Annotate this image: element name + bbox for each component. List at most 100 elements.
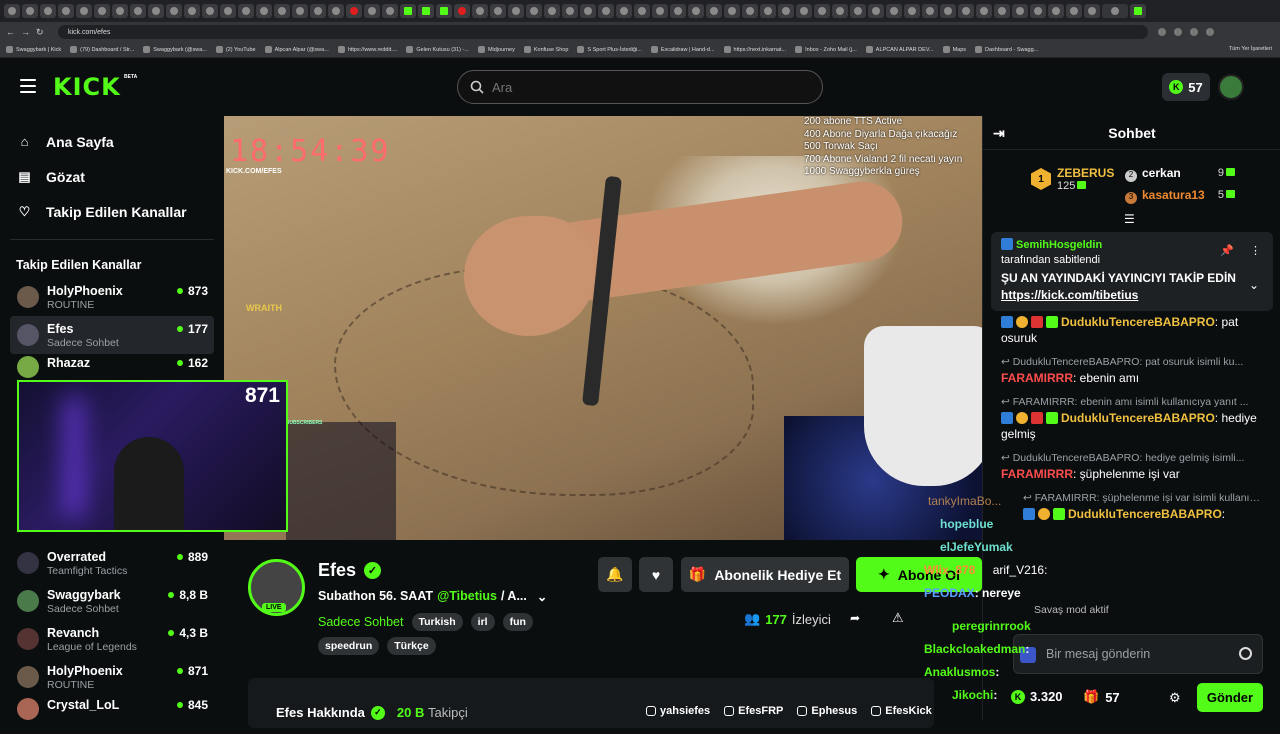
browser-tab[interactable]: [220, 4, 236, 18]
user-avatar[interactable]: [1218, 74, 1244, 100]
browser-tab[interactable]: [382, 4, 398, 18]
chat-username[interactable]: DudukluTencereBABAPRO: [1061, 411, 1215, 425]
browser-tab[interactable]: [364, 4, 380, 18]
send-button[interactable]: Gönder: [1197, 683, 1263, 712]
forward-icon[interactable]: →: [21, 27, 30, 38]
stream-tag[interactable]: speedrun: [318, 637, 380, 655]
kicks-balance[interactable]: K 57: [1162, 73, 1210, 101]
url-field[interactable]: kick.com/efes: [58, 25, 1148, 39]
stream-category[interactable]: Sadece Sohbet: [318, 615, 404, 629]
browser-tab[interactable]: [418, 4, 434, 18]
browser-tab[interactable]: [4, 4, 20, 18]
browser-tab[interactable]: [976, 4, 992, 18]
stream-tag[interactable]: irl: [470, 613, 495, 631]
menu-icon[interactable]: [20, 79, 36, 93]
subscribe-button[interactable]: ✦ Abone Ol: [856, 557, 982, 592]
sidebar-channel[interactable]: Overrated Teamfight Tactics 889: [0, 544, 224, 582]
chat-message[interactable]: DudukluTencereBABAPRO: pat osuruk: [983, 312, 1280, 348]
bookmark-item[interactable]: Midjourney: [477, 46, 515, 53]
browser-tab[interactable]: [454, 4, 470, 18]
browser-tab[interactable]: [436, 4, 452, 18]
chat-username[interactable]: DudukluTencereBABAPRO: [1061, 315, 1215, 329]
chat-username[interactable]: FARAMIRRR: [1001, 467, 1073, 481]
browser-tab[interactable]: [994, 4, 1010, 18]
sidebar-channel[interactable]: HolyPhoenix ROUTINE 873: [0, 278, 224, 316]
browser-tab[interactable]: [238, 4, 254, 18]
browser-tab[interactable]: [274, 4, 290, 18]
extension-icon[interactable]: [1158, 28, 1166, 36]
nav-browse[interactable]: ▤ Gözat: [0, 159, 224, 194]
browser-tab[interactable]: [58, 4, 74, 18]
bookmark-item[interactable]: https://www.reddit....: [337, 46, 397, 53]
bookmark-item[interactable]: https://next.inkarnat...: [723, 46, 786, 53]
youtube-link[interactable]: EfesFRP: [724, 705, 783, 717]
search-input[interactable]: [492, 79, 792, 95]
streamer-name[interactable]: Efes: [318, 560, 356, 581]
sidebar-channel[interactable]: Revanch League of Legends 4,3 B: [0, 620, 224, 658]
bookmark-item[interactable]: (2) YouTube: [215, 46, 256, 53]
tiktok-link[interactable]: EfesKick: [871, 705, 932, 717]
browser-tab[interactable]: [634, 4, 650, 18]
notify-button[interactable]: 🔔: [598, 557, 632, 592]
chat-message[interactable]: ↩ FARAMIRRR: şüphelenme işi var isimli k…: [983, 488, 1280, 524]
chat-message[interactable]: ↩ FARAMIRRR: ebenin amı isimli kullanıcı…: [983, 392, 1280, 444]
browser-tab[interactable]: [76, 4, 92, 18]
back-icon[interactable]: ←: [6, 27, 15, 38]
browser-tab[interactable]: [1048, 4, 1064, 18]
browser-tab[interactable]: [886, 4, 902, 18]
gift-sub-button[interactable]: 🎁 Abonelik Hediye Et: [681, 557, 849, 592]
bookmark-item[interactable]: (79) Dashboard / Str...: [70, 46, 134, 53]
emoji-icon[interactable]: [1239, 647, 1252, 660]
expand-leaderboard-icon[interactable]: ☰: [1124, 212, 1135, 226]
discord-link[interactable]: Ephesus: [797, 705, 857, 717]
browser-tab[interactable]: [22, 4, 38, 18]
chevron-down-icon[interactable]: ⌄: [537, 589, 547, 604]
extension-icon[interactable]: [1174, 28, 1182, 36]
mini-player[interactable]: 871: [17, 380, 288, 532]
chat-settings-icon[interactable]: ⚙: [1169, 690, 1181, 706]
browser-tab[interactable]: [706, 4, 722, 18]
follow-button[interactable]: ♥: [639, 557, 673, 592]
extension-icon[interactable]: [1190, 28, 1198, 36]
browser-tab[interactable]: [616, 4, 632, 18]
more-icon[interactable]: ⋮: [1250, 244, 1261, 259]
bookmark-item[interactable]: Alpcan Alpar (@swa...: [264, 46, 329, 53]
browser-tab[interactable]: [580, 4, 596, 18]
bookmark-item[interactable]: Swaggybark | Kick: [6, 46, 61, 53]
browser-tab[interactable]: [778, 4, 794, 18]
browser-tab[interactable]: [1012, 4, 1028, 18]
bookmark-item[interactable]: Maps: [942, 46, 966, 53]
browser-tab[interactable]: [148, 4, 164, 18]
stream-title-mention[interactable]: @Tibetius: [437, 589, 497, 604]
browser-tab[interactable]: [112, 4, 128, 18]
report-icon[interactable]: ⚠: [892, 610, 904, 626]
browser-tab[interactable]: [256, 4, 272, 18]
browser-tab[interactable]: [328, 4, 344, 18]
browser-tab[interactable]: [472, 4, 488, 18]
browser-tab-active[interactable]: [1102, 4, 1128, 18]
browser-tab[interactable]: [850, 4, 866, 18]
stream-tag[interactable]: Turkish: [411, 613, 463, 631]
bookmark-item[interactable]: Inbox - Zoho Mail (j...: [795, 46, 857, 53]
browser-tab[interactable]: [562, 4, 578, 18]
browser-tab[interactable]: [94, 4, 110, 18]
nav-home[interactable]: ⌂ Ana Sayfa: [0, 124, 224, 159]
browser-tab[interactable]: [832, 4, 848, 18]
chat-message[interactable]: ↩ DudukluTencereBABAPRO: pat osuruk isim…: [983, 352, 1280, 388]
reload-icon[interactable]: ↻: [36, 27, 44, 38]
browser-tab[interactable]: [904, 4, 920, 18]
instagram-link[interactable]: yahsiefes: [646, 705, 710, 717]
browser-tab[interactable]: [400, 4, 416, 18]
stream-tag[interactable]: Türkçe: [387, 637, 436, 655]
all-bookmarks[interactable]: Tüm Yer İşaretleri: [1229, 46, 1272, 52]
browser-tab[interactable]: [922, 4, 938, 18]
pinned-by-user[interactable]: SemihHosgeldin: [1016, 239, 1102, 251]
browser-tab[interactable]: [310, 4, 326, 18]
browser-tab[interactable]: [1066, 4, 1082, 18]
browser-tab[interactable]: [508, 4, 524, 18]
kick-coins[interactable]: K 3.320: [1011, 689, 1063, 704]
kick-logo[interactable]: KICK: [53, 73, 121, 101]
browser-tab[interactable]: [40, 4, 56, 18]
browser-tab[interactable]: [346, 4, 362, 18]
browser-tab[interactable]: [688, 4, 704, 18]
